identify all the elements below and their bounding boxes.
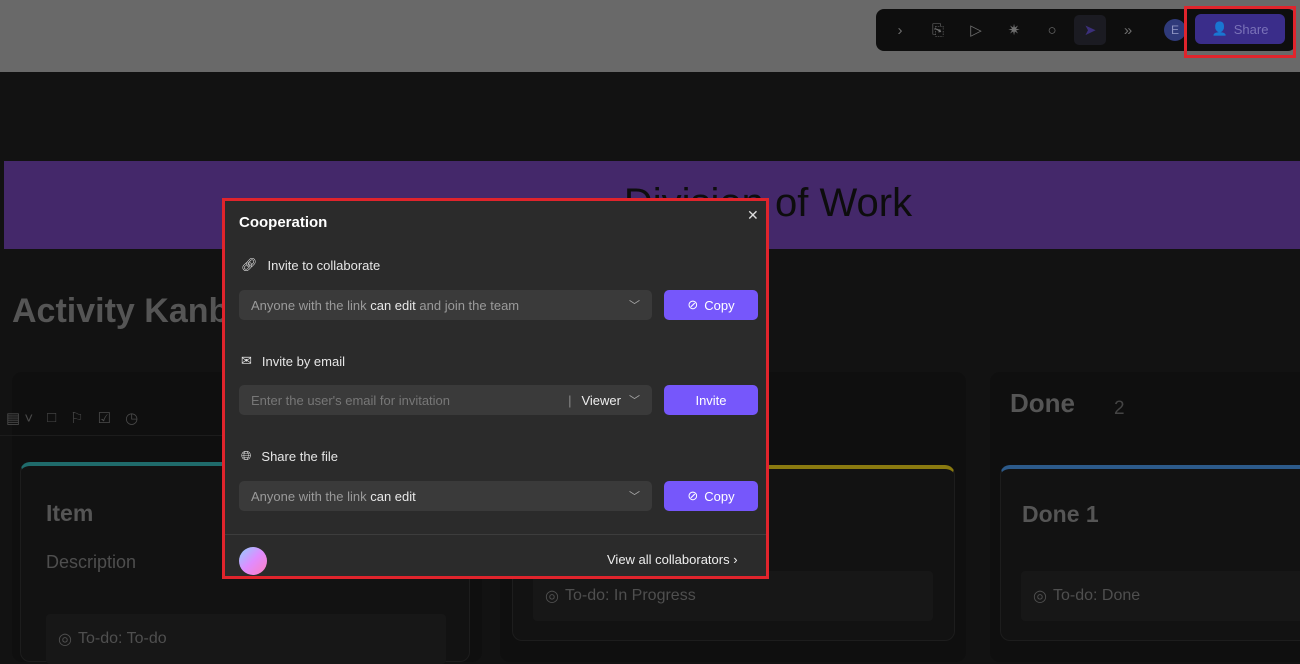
- mail-icon: ✉: [241, 353, 252, 368]
- chevron-down-icon: ﹀: [629, 300, 640, 312]
- popup-title: Cooperation: [239, 214, 328, 231]
- column-count: 2: [1114, 398, 1125, 419]
- card-description: Description: [46, 552, 137, 572]
- check-circle-icon: ◎: [1033, 588, 1047, 605]
- collab-permission-select[interactable]: Anyone with the link can edit and join t…: [239, 290, 652, 320]
- double-chevron-down-icon[interactable]: »: [1112, 15, 1144, 45]
- highlight-box: [1184, 6, 1296, 58]
- collaborator-avatar[interactable]: [239, 547, 267, 575]
- email-input[interactable]: Enter the user's email for invitation | Vi…: [239, 385, 652, 415]
- cooperation-popup: Cooperation ✕ 🔗︎ Invite to collaborate An…: [222, 198, 769, 579]
- comment-icon[interactable]: ○: [1036, 15, 1068, 45]
- layout-icon[interactable]: ▤ ˅: [6, 409, 33, 427]
- section-share-file: 🌐︎ Share the file: [241, 448, 339, 464]
- section-invite-collab: 🔗︎ Invite to collaborate: [241, 257, 381, 273]
- cursor-icon[interactable]: ➤: [1074, 15, 1106, 45]
- card-title: Item: [46, 500, 94, 526]
- check-circle-icon: ◎: [58, 631, 72, 648]
- section-invite-email: ✉ Invite by email: [241, 353, 345, 369]
- chevron-right-icon[interactable]: ›: [884, 15, 916, 45]
- flag-icon[interactable]: ⚐: [70, 409, 83, 427]
- card-done[interactable]: Done 1 ◎ To-do: Done: [1000, 465, 1300, 641]
- todo-item[interactable]: ◎ To-do: Done: [1021, 571, 1300, 621]
- clock-icon[interactable]: ◷: [125, 409, 138, 427]
- card-title: Done 1: [1022, 501, 1099, 527]
- chevron-right-icon: ›: [733, 552, 738, 567]
- play-icon[interactable]: ▷: [960, 15, 992, 45]
- file-permission-select[interactable]: Anyone with the link can edit ﹀: [239, 481, 652, 511]
- close-icon[interactable]: ✕: [747, 207, 759, 224]
- user-avatar[interactable]: E: [1164, 19, 1186, 41]
- chevron-down-icon: ﹀: [629, 491, 640, 503]
- link-icon: 🔗︎: [241, 257, 258, 272]
- checkbox-icon[interactable]: ☑: [98, 409, 111, 427]
- party-popper-icon[interactable]: ✷: [998, 15, 1030, 45]
- check-circle-icon: ◎: [545, 588, 559, 605]
- chevron-down-icon: ﹀: [629, 395, 640, 407]
- role-select[interactable]: Viewer: [581, 393, 621, 408]
- lock-file-icon[interactable]: ⎘: [922, 15, 954, 45]
- copy-collab-link-button[interactable]: ⊘ Copy: [664, 290, 758, 320]
- square-icon[interactable]: □: [47, 409, 56, 426]
- invite-button[interactable]: Invite: [664, 385, 758, 415]
- todo-item[interactable]: ◎ To-do: To-do: [46, 614, 446, 664]
- link-icon: ⊘: [687, 488, 699, 503]
- globe-icon: 🌐︎: [241, 448, 252, 463]
- copy-file-link-button[interactable]: ⊘ Copy: [664, 481, 758, 511]
- card-format-toolbar: ▤ ˅ □ ⚐ ☑ ◷: [0, 400, 232, 436]
- link-icon: ⊘: [687, 297, 699, 312]
- view-all-collaborators-link[interactable]: View all collaborators ›: [607, 552, 738, 567]
- column-header-done: Done: [1010, 388, 1075, 418]
